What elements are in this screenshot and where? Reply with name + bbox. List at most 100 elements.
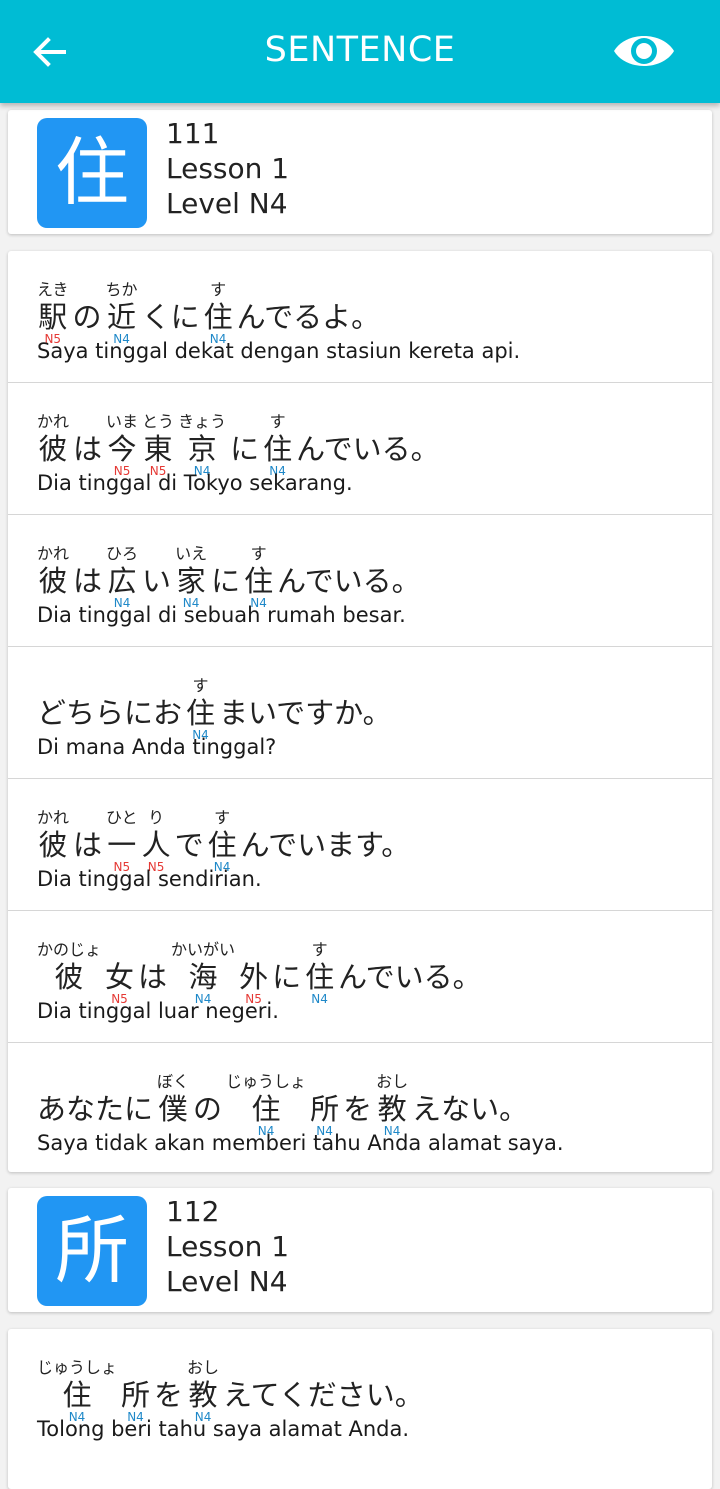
sentence-segment: まいですか。 bbox=[219, 675, 392, 742]
japanese-text: は bbox=[138, 960, 168, 994]
sentence-row[interactable]: えき駅 N5 のちか近 N4 くにす住 N4 んでるよ。 Saya tinggal dekat… bbox=[8, 251, 712, 383]
sentence-segment: おし教 N4 bbox=[187, 1357, 219, 1424]
kanji-number: 111 bbox=[166, 117, 220, 150]
sentence-segment: 所 N4 bbox=[121, 1357, 150, 1424]
japanese-text: 教 bbox=[188, 1378, 218, 1412]
sentence-segment: す住 N4 bbox=[305, 939, 334, 1006]
japanese-text: に bbox=[230, 432, 260, 466]
sentence-row[interactable]: あなたに ぼく僕のじゅうしょ住 N4 所 N4 をおし教 N4 えない。 Saya tidak … bbox=[8, 1043, 712, 1174]
furigana bbox=[277, 543, 421, 565]
japanese-text: 住 bbox=[203, 300, 233, 334]
sentence-segment: ちか近 N4 bbox=[106, 279, 138, 346]
japanese-text: い bbox=[142, 564, 172, 598]
sentence-row[interactable]: じゅうしょ住 N4 所 N4 をおし教 N4 えてください。 Tolong beri tahu… bbox=[8, 1329, 712, 1460]
kanji-header-card[interactable]: 住 111 Lesson 1 Level N4 bbox=[8, 110, 712, 234]
sentence-segment: んでいる。 bbox=[296, 411, 440, 478]
japanese-sentence: かれ彼はひと一 N5 り人 N5 です住 N4 んでいます。 bbox=[37, 807, 414, 874]
sentence-segment: り人 N5 bbox=[142, 807, 171, 874]
translation-text: Saya tidak akan memberi tahu Anda alamat… bbox=[37, 1131, 564, 1155]
japanese-sentence: あなたに ぼく僕のじゅうしょ住 N4 所 N4 をおし教 N4 えない。 bbox=[37, 1071, 532, 1138]
sentence-segment: くに bbox=[142, 279, 200, 346]
sentence-segment: の bbox=[73, 279, 102, 346]
japanese-text: に bbox=[211, 564, 241, 598]
japanese-text: 外 bbox=[239, 960, 269, 994]
japanese-text: 近 bbox=[107, 300, 137, 334]
japanese-text: の bbox=[72, 300, 102, 334]
furigana: す bbox=[192, 676, 209, 695]
furigana bbox=[73, 543, 102, 565]
japanese-text: 僕 bbox=[158, 1092, 188, 1126]
japanese-text: 住 bbox=[244, 564, 274, 598]
sentence-segment: とう東 N5 bbox=[142, 411, 174, 478]
sentence-segment: 女 N5 bbox=[105, 939, 134, 1006]
furigana: いま bbox=[106, 412, 139, 431]
app-bar: SENTENCE bbox=[0, 0, 720, 103]
sentence-segment: んでいる。 bbox=[277, 543, 421, 610]
furigana bbox=[138, 939, 167, 961]
japanese-text: 彼 bbox=[54, 960, 84, 994]
sentence-segment: かれ彼 bbox=[37, 543, 69, 610]
sentence-segment: は bbox=[73, 807, 102, 874]
japanese-text: で bbox=[174, 828, 204, 862]
furigana bbox=[175, 807, 204, 829]
furigana bbox=[142, 279, 200, 301]
furigana: じゅうしょ bbox=[226, 1072, 307, 1091]
sentence-segment: かいがい海 N4 bbox=[171, 939, 235, 1006]
japanese-text: えてください。 bbox=[223, 1378, 424, 1412]
sentence-segment: んでいる。 bbox=[338, 939, 482, 1006]
translation-text: Tolong beri tahu saya alamat Anda. bbox=[37, 1417, 410, 1441]
sentence-segment: じゅうしょ住 N4 bbox=[37, 1357, 117, 1424]
furigana bbox=[154, 1357, 183, 1379]
japanese-text: を bbox=[154, 1378, 184, 1412]
furigana bbox=[241, 807, 411, 829]
furigana bbox=[219, 675, 392, 697]
furigana bbox=[142, 543, 171, 565]
jlpt-level-badge: N4 bbox=[311, 992, 328, 1006]
japanese-text: 人 bbox=[141, 828, 171, 862]
japanese-sentence: じゅうしょ住 N4 所 N4 をおし教 N4 えてください。 bbox=[37, 1357, 428, 1424]
furigana bbox=[338, 939, 482, 961]
kanji-header-card[interactable]: 所 112 Lesson 1 Level N4 bbox=[8, 1188, 712, 1312]
furigana bbox=[272, 939, 301, 961]
kanji-level: Level N4 bbox=[166, 187, 288, 220]
translation-text: Dia tinggal di sebuah rumah besar. bbox=[37, 603, 406, 627]
sentence-segment: す住 N4 bbox=[263, 411, 292, 478]
furigana: じゅうしょ bbox=[37, 1358, 118, 1377]
sentence-segment: ひと一 N5 bbox=[106, 807, 138, 874]
furigana bbox=[310, 1071, 339, 1093]
sentence-row[interactable]: かれ彼はいま今 N5 とう東 N5 きょう京 N4 にす住 N4 んでいる。 Dia tingga… bbox=[8, 383, 712, 515]
furigana bbox=[37, 675, 182, 697]
sentence-segment: で bbox=[175, 807, 204, 874]
furigana bbox=[296, 411, 440, 433]
sentence-segment: じゅうしょ住 N4 bbox=[226, 1071, 306, 1138]
furigana: えき bbox=[37, 280, 69, 299]
furigana: とう bbox=[142, 412, 175, 431]
sentence-row[interactable]: どちらにおす住 N4 まいですか。 Di mana Anda tinggal? bbox=[8, 647, 712, 779]
furigana: す bbox=[250, 544, 267, 563]
japanese-sentence: かのじょ彼女 N5 はかいがい海 N4 外 N5 にす住 N4 んでいる。 bbox=[37, 939, 486, 1006]
furigana bbox=[343, 1071, 372, 1093]
japanese-text: 彼 bbox=[38, 564, 68, 598]
furigana: ぼく bbox=[157, 1072, 190, 1091]
sentence-segment: かれ彼 bbox=[37, 807, 69, 874]
japanese-text: んでいます。 bbox=[240, 828, 411, 862]
japanese-text: くに bbox=[141, 300, 200, 334]
furigana: いえ bbox=[175, 544, 208, 563]
view-toggle-button[interactable] bbox=[612, 28, 676, 74]
furigana: きょう bbox=[178, 412, 227, 431]
sentence-segment: す住 N4 bbox=[186, 675, 215, 742]
sentence-row[interactable]: かれ彼はひと一 N5 り人 N5 です住 N4 んでいます。 Dia tinggal send… bbox=[8, 779, 712, 911]
sentence-row[interactable]: かれ彼はひろ広 N4 いいえ家 N4 にす住 N4 んでいる。 Dia tinggal di … bbox=[8, 515, 712, 647]
translation-text: Dia tinggal sendirian. bbox=[37, 867, 262, 891]
sentence-segment: の bbox=[193, 1071, 222, 1138]
furigana: ひろ bbox=[106, 544, 139, 563]
japanese-text: 住 bbox=[251, 1092, 281, 1126]
japanese-text: 住 bbox=[186, 696, 216, 730]
sentence-segment: す住 N4 bbox=[208, 807, 237, 874]
sentence-row[interactable]: かのじょ彼女 N5 はかいがい海 N4 外 N5 にす住 N4 んでいる。 Dia tinggal… bbox=[8, 911, 712, 1043]
japanese-text: 彼 bbox=[38, 828, 68, 862]
japanese-text: 広 bbox=[107, 564, 137, 598]
kanji-lesson: Lesson 1 bbox=[166, 152, 290, 185]
sentence-list-card: えき駅 N5 のちか近 N4 くにす住 N4 んでるよ。 Saya tinggal dekat… bbox=[8, 251, 712, 1172]
furigana: ひと bbox=[106, 808, 138, 827]
